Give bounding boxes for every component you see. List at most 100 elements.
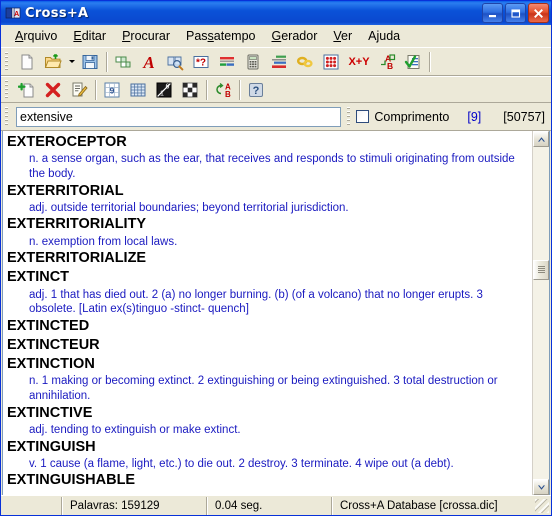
open-dropdown-arrow[interactable] <box>66 50 77 73</box>
translate-ab-icon[interactable]: A B <box>375 50 399 73</box>
menu-item-ver[interactable]: Ver <box>325 27 360 45</box>
scroll-thumb[interactable] <box>533 259 549 280</box>
dictionary-headword[interactable]: EXTERRITORIAL <box>7 182 528 201</box>
dictionary-definition: v. 1 cause (a flame, light, etc.) to die… <box>29 457 454 470</box>
svg-text:A: A <box>14 11 19 18</box>
save-icon[interactable] <box>78 50 102 73</box>
status-cell-empty <box>1 497 61 515</box>
separator-4 <box>206 79 207 100</box>
dictionary-definition: adj. outside territorial boundaries; bey… <box>29 201 349 214</box>
nonogram-icon[interactable] <box>178 78 202 101</box>
chart-bars-icon[interactable] <box>267 50 291 73</box>
svg-text:B: B <box>225 90 231 99</box>
status-word-count: Palavras: 159129 <box>61 496 206 515</box>
add-word-icon[interactable] <box>15 78 39 101</box>
dictionary-headword[interactable]: EXTINCTED <box>7 317 528 336</box>
scroll-down-icon[interactable] <box>533 479 549 495</box>
scroll-up-icon[interactable] <box>533 131 549 147</box>
main-toolbar: A *? X+Y A B <box>1 47 551 76</box>
help-icon[interactable]: ? <box>244 78 268 101</box>
svg-text:*?: *? <box>196 57 206 68</box>
menu-item-ajuda[interactable]: Ajuda <box>360 27 408 45</box>
edit-word-icon[interactable] <box>67 78 91 101</box>
number-grid-icon[interactable] <box>319 50 343 73</box>
xy-equation-icon[interactable]: X+Y <box>345 50 373 73</box>
kakuro-icon[interactable]: 1 6 <box>152 78 176 101</box>
new-document-icon[interactable] <box>15 50 39 73</box>
checklist-icon[interactable] <box>401 50 425 73</box>
window-title: Cross+A <box>25 5 89 21</box>
search-bar: Comprimento [9] [50757] <box>1 103 551 131</box>
dictionary-headword[interactable]: EXTINGUISH <box>7 438 528 457</box>
menu-item-procurar[interactable]: Procurar <box>114 27 178 45</box>
calculator-icon[interactable] <box>241 50 265 73</box>
search-input[interactable] <box>16 106 342 127</box>
svg-text:9: 9 <box>110 85 115 95</box>
menu-item-gerador[interactable]: Gerador <box>264 27 326 45</box>
dictionary-list[interactable]: EXTEROCEPTOR n. a sense organ, such as th… <box>3 131 532 495</box>
crossword-grid-icon[interactable] <box>111 50 135 73</box>
toolbar-grip[interactable] <box>3 51 11 72</box>
delete-word-icon[interactable] <box>41 78 65 101</box>
results-panel: EXTEROCEPTOR n. a sense organ, such as th… <box>2 131 550 495</box>
svg-text:B: B <box>387 61 393 71</box>
separator-5 <box>239 79 240 100</box>
search-bar-grip[interactable] <box>3 106 11 127</box>
resize-grip[interactable] <box>535 498 549 513</box>
dictionary-headword[interactable]: EXTERRITORIALIZE <box>7 249 528 268</box>
menu-item-passatempo[interactable]: Passatempo <box>178 27 264 45</box>
dictionary-definition: adj. tending to extinguish or make extin… <box>29 423 241 436</box>
open-folder-icon[interactable] <box>41 50 65 73</box>
separator-2 <box>429 51 430 72</box>
menu-bar: Arquivo Editar Procurar Passatempo Gerad… <box>1 25 551 47</box>
dictionary-headword[interactable]: EXTINGUISHABLE <box>7 471 528 490</box>
dictionary-definition: n. a sense organ, such as the ear, that … <box>29 153 515 180</box>
separator-3 <box>95 79 96 100</box>
cipher-ab-icon[interactable]: A B <box>211 78 235 101</box>
dictionary-headword[interactable]: EXTINCTIVE <box>7 404 528 423</box>
dictionary-definition: n. exemption from local laws. <box>29 235 178 248</box>
word-bars-icon[interactable] <box>215 50 239 73</box>
menu-item-arquivo[interactable]: Arquivo <box>7 27 65 45</box>
application-window: A Cross+A Arquivo Editar Procurar Passat… <box>0 0 552 516</box>
dictionary-headword[interactable]: EXTEROCEPTOR <box>7 133 528 152</box>
dictionary-headword[interactable]: EXTERRITORIALITY <box>7 215 528 234</box>
dictionary-headword[interactable]: EXTINCT <box>7 268 528 287</box>
toolbar-grip-2[interactable] <box>3 79 11 100</box>
svg-text:1: 1 <box>160 90 164 97</box>
dictionary-definition: adj. 1 that has died out. 2 (a) no longe… <box>29 288 483 316</box>
menu-item-editar[interactable]: Editar <box>65 27 114 45</box>
minimize-button[interactable] <box>482 3 503 23</box>
search-options: Comprimento [9] [50757] <box>356 110 551 124</box>
dictionary-headword[interactable]: EXTINCTEUR <box>7 336 528 355</box>
xy-equation-label: X+Y <box>348 55 370 68</box>
options-grip[interactable] <box>345 106 354 127</box>
dictionary-headword[interactable]: EXTINCTION <box>7 355 528 374</box>
grid-table-icon[interactable] <box>126 78 150 101</box>
anagram-a-icon[interactable]: A <box>137 50 161 73</box>
total-count: [50757] <box>503 109 545 124</box>
scroll-track[interactable] <box>533 147 549 479</box>
chain-links-icon[interactable] <box>293 50 317 73</box>
maximize-button[interactable] <box>505 3 526 23</box>
svg-text:?: ? <box>253 85 260 97</box>
title-bar: A Cross+A <box>1 1 551 25</box>
length-checkbox[interactable] <box>356 110 370 123</box>
status-database: Cross+A Database [crossa.dic] <box>331 496 535 515</box>
close-button[interactable] <box>528 3 549 23</box>
vertical-scrollbar[interactable] <box>532 131 549 495</box>
book-icon: A <box>5 5 21 21</box>
wildcard-icon[interactable]: *? <box>189 50 213 73</box>
window-controls <box>482 3 549 23</box>
dictionary-definition: n. 1 making or becoming extinct. 2 extin… <box>29 375 498 403</box>
match-count: [9] <box>467 109 482 124</box>
dictionary-search-icon[interactable] <box>163 50 187 73</box>
separator-1 <box>106 51 107 72</box>
length-label: Comprimento <box>374 109 450 124</box>
status-bar: Palavras: 159129 0.04 seg. Cross+A Datab… <box>1 495 551 515</box>
svg-text:A: A <box>142 53 154 71</box>
svg-text:6: 6 <box>166 83 170 90</box>
secondary-toolbar: 9 1 6 A B ? <box>1 76 551 103</box>
sudoku-icon[interactable]: 9 <box>100 78 124 101</box>
status-elapsed-time: 0.04 seg. <box>206 496 331 515</box>
